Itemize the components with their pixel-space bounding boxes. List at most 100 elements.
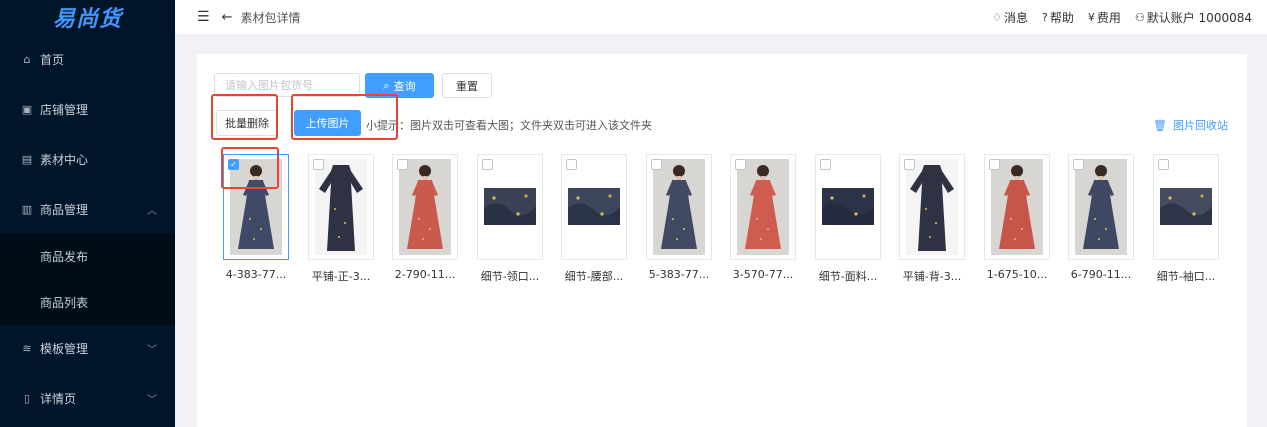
image-card[interactable] [308,154,374,260]
sidebar-item-materials[interactable]: ▤ 素材中心 [0,136,175,182]
image-thumbnail [653,159,705,255]
image-checkbox[interactable] [820,159,831,170]
upload-image-button[interactable]: 上传图片 [294,110,361,136]
query-button-label: 查询 [393,79,416,93]
search-icon: ⌕ [383,78,390,92]
sidebar-item-label: 店铺管理 [40,102,89,117]
tip-text: 小提示：图片双击可查看大图；文件夹双击可进入该文件夹 [366,119,652,132]
image-caption: 3-570-77... [732,268,794,281]
batch-delete-button[interactable]: 批量删除 [216,110,278,136]
image-card[interactable] [1153,154,1219,260]
image-thumbnail [230,159,282,255]
image-icon: ▤ [21,152,33,166]
user-icon: ⚇ [1134,10,1145,24]
link-label: 费用 [1096,10,1121,25]
sidebar-item-templates[interactable]: ≋ 模板管理 ﹀ [0,325,175,371]
fees-link[interactable]: ¥ 费用 [1088,9,1121,26]
help-link[interactable]: ? 帮助 [1042,9,1074,26]
image-caption: 细节-面料... [818,270,878,283]
account-link[interactable]: ⚇ 默认账户 1000084 [1135,9,1252,26]
sidebar-item-products[interactable]: ▥ 商品管理 ︿ [0,186,175,232]
trash-icon: 🗑 [1153,118,1167,132]
logo: 易尚货 [52,7,122,32]
messages-link[interactable]: ♢ 消息 [992,9,1028,26]
image-card[interactable] [815,154,881,260]
image-checkbox[interactable] [482,159,493,170]
image-thumbnail [1075,159,1127,255]
chevron-down-icon: ﹀ [147,344,157,356]
sidebar-item-product-publish[interactable]: 商品发布 [0,233,175,279]
image-checkbox[interactable]: ✓ [228,159,239,170]
image-thumbnail [399,159,451,255]
image-caption: 1-675-10... [986,268,1048,281]
image-checkbox[interactable] [904,159,915,170]
chart-icon: ▥ [21,202,33,216]
image-card[interactable] [730,154,796,260]
store-icon: ▣ [21,102,33,116]
image-checkbox[interactable] [651,159,662,170]
image-thumbnail [737,159,789,255]
recycle-bin-label: 图片回收站 [1173,119,1228,132]
link-label: 消息 [1003,10,1028,25]
image-card[interactable] [477,154,543,260]
image-card[interactable] [392,154,458,260]
image-caption: 4-383-77... [225,268,287,281]
sidebar: 易尚货 ⌂ 首页 ▣ 店铺管理 ▤ 素材中心 ▥ 商品管理 ︿ 商品发布 商品列… [0,0,175,427]
image-card[interactable] [899,154,965,260]
yen-icon: ¥ [1087,10,1095,24]
sidebar-item-label: 素材中心 [40,152,89,167]
chevron-down-icon: ﹀ [147,394,157,406]
image-thumbnail [1160,188,1212,225]
search-input[interactable] [214,73,360,97]
image-checkbox[interactable] [566,159,577,170]
image-caption: 2-790-11... [394,268,456,281]
image-checkbox[interactable] [735,159,746,170]
top-bar: ☰ ← 素材包详情 ♢ 消息 ? 帮助 ¥ 费用 ⚇ 默认账户 1000084 [175,0,1267,34]
reset-button[interactable]: 重置 [442,73,492,98]
image-caption: 6-790-11... [1070,268,1132,281]
image-caption: 5-383-77... [648,268,710,281]
template-icon: ≋ [22,341,32,355]
image-checkbox[interactable] [989,159,1000,170]
image-thumbnail [484,188,536,225]
image-checkbox[interactable] [1073,159,1084,170]
link-label: 默认账户 1000084 [1146,10,1252,25]
document-icon: ▯ [23,391,31,405]
query-button[interactable]: ⌕ 查询 [365,73,434,98]
sidebar-item-label: 商品管理 [40,202,89,217]
image-card[interactable] [646,154,712,260]
material-panel: ⌕ 查询 重置 批量删除 上传图片 小提示：图片双击可查看大图；文件夹双击可进入… [197,54,1247,427]
image-card[interactable] [1068,154,1134,260]
breadcrumb: 素材包详情 [240,10,301,25]
image-checkbox[interactable] [313,159,324,170]
image-card[interactable]: ✓ [223,154,289,260]
image-thumbnail [315,159,367,255]
sidebar-item-detail-page[interactable]: ▯ 详情页 ﹀ [0,375,175,421]
sidebar-item-label: 详情页 [40,391,77,406]
menu-toggle-icon[interactable]: ☰ [197,9,210,25]
link-label: 帮助 [1049,10,1074,25]
image-card[interactable] [984,154,1050,260]
home-icon: ⌂ [23,52,31,66]
image-thumbnail [822,188,874,225]
header-links: ♢ 消息 ? 帮助 ¥ 费用 ⚇ 默认账户 1000084 [992,0,1252,34]
sidebar-item-label: 首页 [40,52,65,67]
sidebar-item-product-list[interactable]: 商品列表 [0,279,175,325]
chevron-up-icon: ︿ [147,205,157,217]
sidebar-item-home[interactable]: ⌂ 首页 [0,36,175,82]
image-caption: 细节-腰部... [564,270,624,283]
image-checkbox[interactable] [397,159,408,170]
image-caption: 平铺-正-3... [311,270,371,283]
sidebar-item-label: 商品列表 [40,295,89,310]
back-arrow-icon[interactable]: ← [222,10,233,25]
image-card[interactable] [561,154,627,260]
sidebar-item-store[interactable]: ▣ 店铺管理 [0,86,175,132]
sidebar-item-label: 模板管理 [40,341,89,356]
bell-icon: ♢ [992,10,1002,24]
image-caption: 平铺-背-3... [902,270,962,283]
sidebar-item-label: 商品发布 [40,249,89,264]
image-checkbox[interactable] [1158,159,1169,170]
recycle-bin-link[interactable]: 🗑 图片回收站 [1153,117,1228,133]
image-caption: 细节-袖口... [1156,270,1216,283]
image-thumbnail [991,159,1043,255]
